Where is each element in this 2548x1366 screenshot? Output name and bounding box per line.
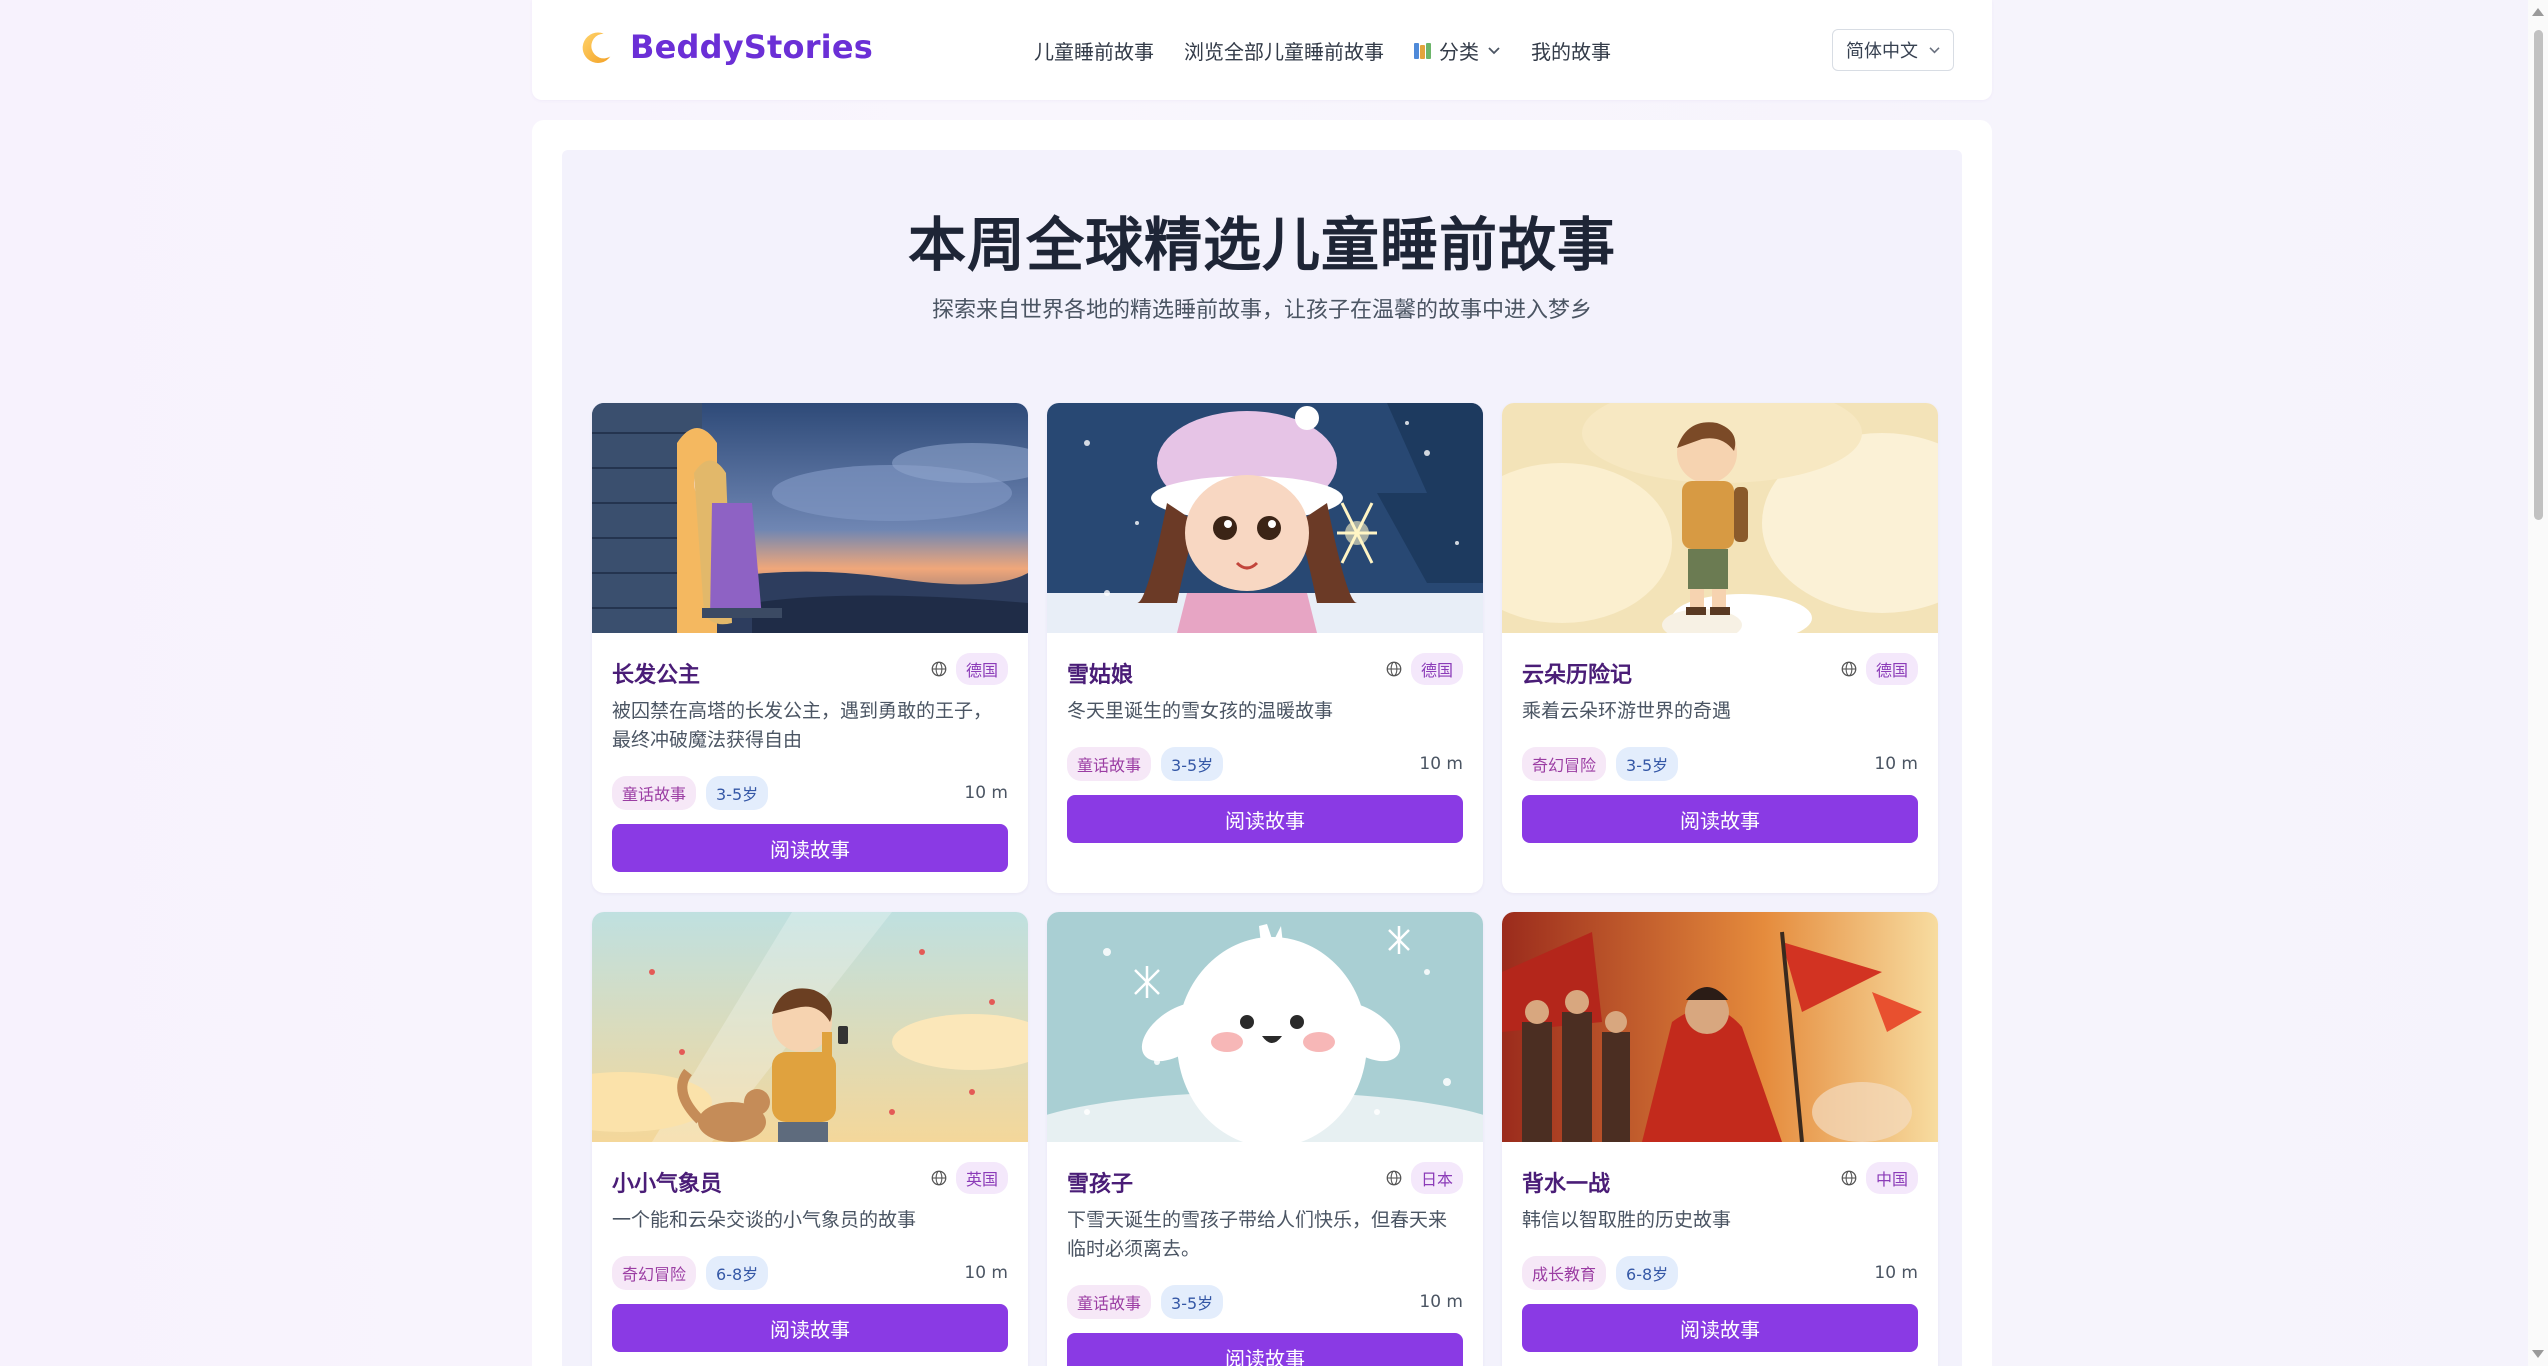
story-meta: 奇幻冒险 3-5岁 10 m (1522, 747, 1918, 781)
country-badge: 德国 (1865, 653, 1918, 685)
duration-label: 10 m (1874, 1263, 1918, 1283)
age-tag: 6-8岁 (1616, 1256, 1679, 1290)
story-country: 中国 (1840, 1162, 1918, 1194)
read-story-button[interactable]: 阅读故事 (1522, 795, 1918, 843)
globe-icon (931, 1170, 947, 1186)
age-tag: 3-5岁 (1616, 747, 1679, 781)
globe-icon (1386, 1170, 1402, 1186)
category-tag: 奇幻冒险 (612, 1256, 697, 1290)
top-navigation-bar: BeddyStories 儿童睡前故事 浏览全部儿童睡前故事 分类 我的故事 简… (532, 0, 1992, 100)
page: BeddyStories 儿童睡前故事 浏览全部儿童睡前故事 分类 我的故事 简… (0, 0, 2548, 1366)
featured-stories-section: 本周全球精选儿童睡前故事 探索来自世界各地的精选睡前故事，让孩子在温馨的故事中进… (562, 150, 1962, 1366)
main-nav: 儿童睡前故事 浏览全部儿童睡前故事 分类 我的故事 (1034, 36, 1611, 65)
story-description: 韩信以智取胜的历史故事 (1522, 1209, 1732, 1231)
age-tag: 3-5岁 (706, 776, 769, 810)
story-title[interactable]: 雪姑娘 (1067, 657, 1133, 689)
story-country: 德国 (1840, 653, 1918, 685)
duration-label: 10 m (1419, 754, 1463, 774)
globe-icon (1841, 1170, 1857, 1186)
chevron-down-icon (1488, 46, 1500, 54)
story-image-snow-maiden (1047, 403, 1483, 633)
category-tag: 成长教育 (1522, 1256, 1607, 1290)
story-meta: 成长教育 6-8岁 10 m (1522, 1256, 1918, 1290)
country-badge: 中国 (1865, 1162, 1918, 1194)
story-meta: 童话故事 3-5岁 10 m (612, 776, 1008, 810)
page-subtitle: 探索来自世界各地的精选睡前故事，让孩子在温馨的故事中进入梦乡 (931, 298, 1592, 323)
books-icon (1414, 42, 1431, 59)
nav-bedtime-stories[interactable]: 儿童睡前故事 (1034, 36, 1154, 65)
story-description: 乘着云朵环游世界的奇遇 (1522, 700, 1732, 722)
category-tag: 童话故事 (1067, 747, 1152, 781)
story-image-little-weatherman (592, 912, 1028, 1142)
country-badge: 日本 (1410, 1162, 1463, 1194)
language-select-value: 简体中文 (1846, 41, 1918, 62)
story-title[interactable]: 雪孩子 (1067, 1166, 1133, 1198)
page-scrollbar[interactable] (2528, 0, 2548, 1366)
story-description: 一个能和云朵交谈的小气象员的故事 (612, 1209, 917, 1231)
category-tag: 童话故事 (612, 776, 697, 810)
story-title[interactable]: 背水一战 (1522, 1166, 1610, 1198)
duration-label: 10 m (964, 1263, 1008, 1283)
globe-icon (1841, 661, 1857, 677)
story-card[interactable]: 长发公主 德国 被囚禁在高塔的长发公主，遇到勇敢的王子，最终冲破魔法获得自由 童… (592, 403, 1028, 893)
story-description: 被囚禁在高塔的长发公主，遇到勇敢的王子，最终冲破魔法获得自由 (612, 700, 993, 751)
duration-label: 10 m (964, 783, 1008, 803)
story-image-back-to-the-river (1502, 912, 1938, 1142)
nav-categories-label: 分类 (1439, 40, 1479, 64)
nav-my-stories[interactable]: 我的故事 (1531, 36, 1611, 65)
read-story-button[interactable]: 阅读故事 (1067, 1333, 1463, 1366)
story-country: 日本 (1385, 1162, 1463, 1194)
nav-browse-all-stories[interactable]: 浏览全部儿童睡前故事 (1184, 36, 1384, 65)
story-description: 冬天里诞生的雪女孩的温暖故事 (1067, 700, 1334, 722)
page-title: 本周全球精选儿童睡前故事 (907, 211, 1616, 279)
read-story-button[interactable]: 阅读故事 (1522, 1304, 1918, 1352)
main-content: 本周全球精选儿童睡前故事 探索来自世界各地的精选睡前故事，让孩子在温馨的故事中进… (532, 120, 1992, 1366)
scroll-up-arrow-icon[interactable] (2532, 8, 2544, 16)
duration-label: 10 m (1419, 1292, 1463, 1312)
story-card[interactable]: 云朵历险记 德国 乘着云朵环游世界的奇遇 奇幻冒险 3-5岁 10 m 阅读故事 (1502, 403, 1938, 893)
nav-categories-dropdown[interactable]: 分类 (1414, 36, 1501, 65)
globe-icon (931, 661, 947, 677)
globe-icon (1386, 661, 1402, 677)
scroll-down-arrow-icon[interactable] (2532, 1350, 2544, 1358)
chevron-down-icon (1929, 46, 1940, 53)
brand-name: BeddyStories (630, 28, 873, 66)
story-image-snow-child (1047, 912, 1483, 1142)
read-story-button[interactable]: 阅读故事 (612, 824, 1008, 872)
age-tag: 3-5岁 (1161, 747, 1224, 781)
story-image-cloud-adventure (1502, 403, 1938, 633)
story-description: 下雪天诞生的雪孩子带给人们快乐，但春天来临时必须离去。 (1067, 1209, 1448, 1260)
story-title[interactable]: 长发公主 (612, 657, 700, 689)
brand-logo-link[interactable]: BeddyStories (578, 28, 873, 66)
story-card[interactable]: 雪孩子 日本 下雪天诞生的雪孩子带给人们快乐，但春天来临时必须离去。 童话故事 … (1047, 912, 1483, 1366)
story-card[interactable]: 雪姑娘 德国 冬天里诞生的雪女孩的温暖故事 童话故事 3-5岁 10 m 阅读故… (1047, 403, 1483, 893)
age-tag: 6-8岁 (706, 1256, 769, 1290)
read-story-button[interactable]: 阅读故事 (612, 1304, 1008, 1352)
story-image-rapunzel (592, 403, 1028, 633)
story-card[interactable]: 小小气象员 英国 一个能和云朵交谈的小气象员的故事 奇幻冒险 6-8岁 10 m… (592, 912, 1028, 1366)
age-tag: 3-5岁 (1161, 1285, 1224, 1319)
story-title[interactable]: 云朵历险记 (1522, 657, 1632, 689)
story-meta: 奇幻冒险 6-8岁 10 m (612, 1256, 1008, 1290)
category-tag: 童话故事 (1067, 1285, 1152, 1319)
crescent-moon-icon (582, 32, 611, 63)
story-meta: 童话故事 3-5岁 10 m (1067, 747, 1463, 781)
country-badge: 德国 (1410, 653, 1463, 685)
scrollbar-thumb[interactable] (2534, 30, 2543, 520)
story-country: 英国 (930, 1162, 1008, 1194)
language-select[interactable]: 简体中文 (1832, 29, 1954, 71)
read-story-button[interactable]: 阅读故事 (1067, 795, 1463, 843)
country-badge: 德国 (955, 653, 1008, 685)
story-card[interactable]: 背水一战 中国 韩信以智取胜的历史故事 成长教育 6-8岁 10 m 阅读故事 (1502, 912, 1938, 1366)
category-tag: 奇幻冒险 (1522, 747, 1607, 781)
duration-label: 10 m (1874, 754, 1918, 774)
story-country: 德国 (1385, 653, 1463, 685)
story-meta: 童话故事 3-5岁 10 m (1067, 1285, 1463, 1319)
story-title[interactable]: 小小气象员 (612, 1166, 722, 1198)
country-badge: 英国 (955, 1162, 1008, 1194)
story-country: 德国 (930, 653, 1008, 685)
